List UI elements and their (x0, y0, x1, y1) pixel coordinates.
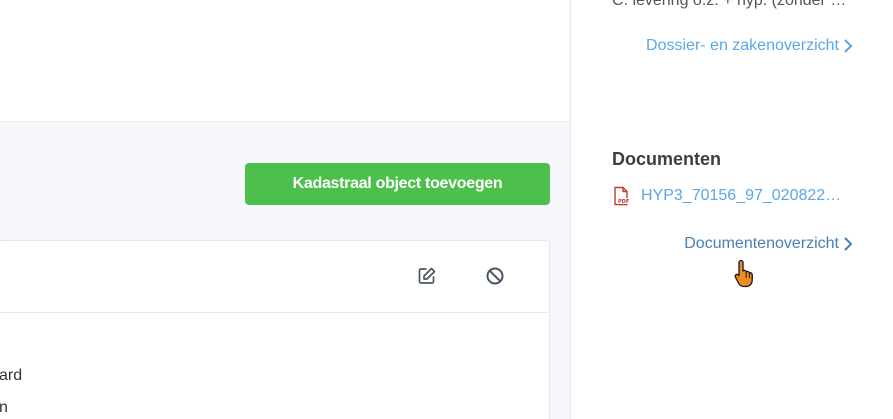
chevron-right-icon (844, 39, 853, 53)
card-text-line: n (0, 399, 8, 416)
document-item: PDF HYP3_70156_97_0208223.pdf (611, 186, 844, 206)
chevron-right-icon (844, 237, 853, 251)
hand-pointer-icon (734, 259, 753, 288)
dossier-overview-label: Dossier- en zakenoverzicht (646, 37, 839, 54)
edit-icon[interactable] (416, 265, 438, 287)
card-header (0, 241, 549, 313)
documents-heading: Documenten (612, 149, 722, 169)
dossier-overview-link[interactable]: Dossier- en zakenoverzicht (646, 37, 853, 55)
documents-overview-label: Documentenoverzicht (684, 235, 839, 252)
cadastral-object-card: ard n (0, 240, 550, 419)
cancel-icon[interactable] (484, 265, 506, 287)
documents-overview-link[interactable]: Documentenoverzicht (684, 235, 853, 253)
document-link[interactable]: HYP3_70156_97_0208223.pdf (641, 187, 844, 205)
top-card (0, 0, 569, 122)
pdf-icon: PDF (614, 186, 630, 206)
svg-text:PDF: PDF (618, 199, 629, 205)
add-cadastral-object-button[interactable]: Kadastraal object toevoegen (245, 163, 550, 205)
right-panel: C. levering o.z. + hyp. (zonder koop) Do… (570, 0, 893, 419)
card-text-line: ard (0, 367, 23, 384)
deed-type-text: C. levering o.z. + hyp. (zonder koop) (612, 0, 854, 9)
